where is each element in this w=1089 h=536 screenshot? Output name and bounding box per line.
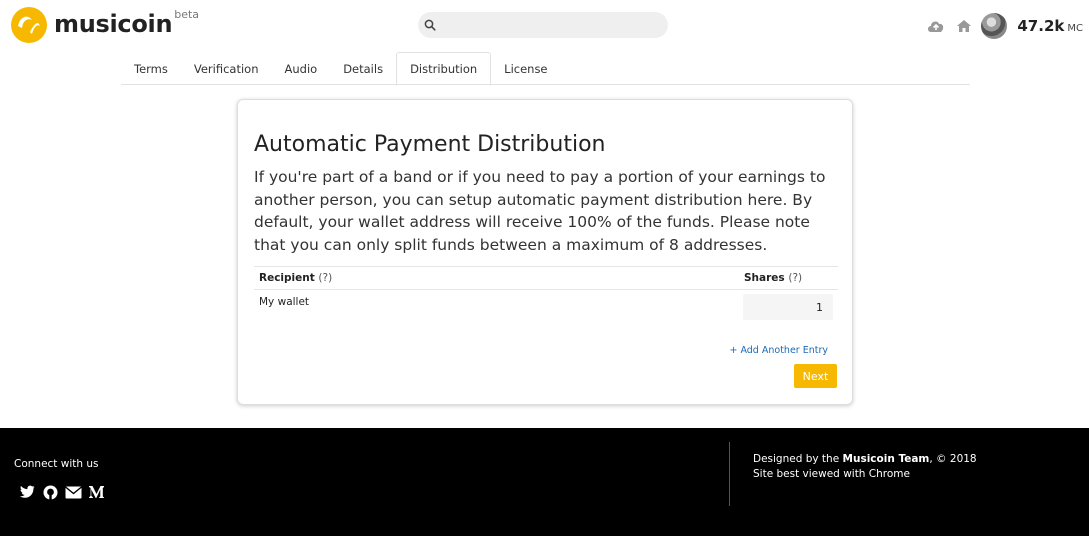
designed-by-line: Designed by the Musicoin Team, © 2018 [753, 452, 977, 467]
tab-terms[interactable]: Terms [121, 52, 181, 85]
mail-icon[interactable] [64, 484, 82, 500]
recipient-header: Recipient (?) [259, 272, 332, 284]
footer: Connect with us Designed by the Musicoin… [0, 428, 1089, 536]
recipient-header-label: Recipient [259, 272, 315, 284]
best-viewed-line: Site best viewed with Chrome [753, 468, 910, 480]
tab-bar: Terms Verification Audio Details Distrib… [121, 52, 970, 86]
designed-suffix: , © 2018 [929, 453, 977, 465]
add-entry-link[interactable]: + Add Another Entry [729, 345, 828, 356]
distribution-description: If you're part of a band or if you need … [254, 168, 826, 254]
shares-input[interactable] [743, 294, 833, 320]
search-bar[interactable] [418, 12, 668, 38]
tab-license[interactable]: License [491, 52, 560, 85]
footer-credits: Designed by the Musicoin Team, © 2018 Si… [753, 452, 977, 482]
avatar[interactable] [981, 13, 1008, 39]
beta-badge: beta [174, 8, 200, 21]
top-header: musicoin beta 47.2k MC [0, 0, 1089, 50]
recipient-help-link[interactable]: (?) [318, 272, 332, 284]
designed-prefix: Designed by the [753, 453, 843, 465]
medium-icon[interactable] [87, 484, 105, 500]
home-icon[interactable] [953, 15, 975, 37]
search-icon [424, 16, 436, 35]
shares-help-link[interactable]: (?) [788, 272, 802, 284]
distribution-card: Automatic Payment Distribution If you're… [237, 99, 853, 405]
twitter-icon[interactable] [18, 484, 36, 500]
github-icon[interactable] [41, 484, 59, 500]
connect-label: Connect with us [14, 458, 99, 470]
footer-divider [729, 442, 730, 506]
table-header: Recipient (?) Shares (?) [254, 266, 838, 290]
distribution-table: Recipient (?) Shares (?) My wallet [254, 266, 838, 326]
balance-unit: MC [1067, 22, 1083, 34]
header-actions: 47.2k MC [919, 12, 1083, 40]
balance-value: 47.2k [1017, 17, 1065, 35]
recipient-name: My wallet [259, 296, 310, 308]
musicoin-logo-icon [10, 6, 48, 44]
next-button[interactable]: Next [794, 364, 837, 388]
tab-distribution[interactable]: Distribution [396, 52, 492, 86]
shares-header-label: Shares [744, 272, 785, 284]
social-links [18, 484, 110, 500]
tab-details[interactable]: Details [330, 52, 396, 85]
table-row: My wallet [254, 290, 838, 326]
shares-header: Shares (?) [744, 272, 802, 284]
search-input[interactable] [440, 12, 668, 38]
logo-text: musicoin [54, 10, 173, 38]
tab-audio[interactable]: Audio [272, 52, 331, 85]
logo[interactable]: musicoin beta [10, 6, 199, 44]
designed-team: Musicoin Team [842, 453, 930, 465]
page-title: Automatic Payment Distribution [254, 132, 606, 157]
upload-cloud-icon[interactable] [925, 15, 947, 37]
tab-verification[interactable]: Verification [181, 52, 272, 85]
